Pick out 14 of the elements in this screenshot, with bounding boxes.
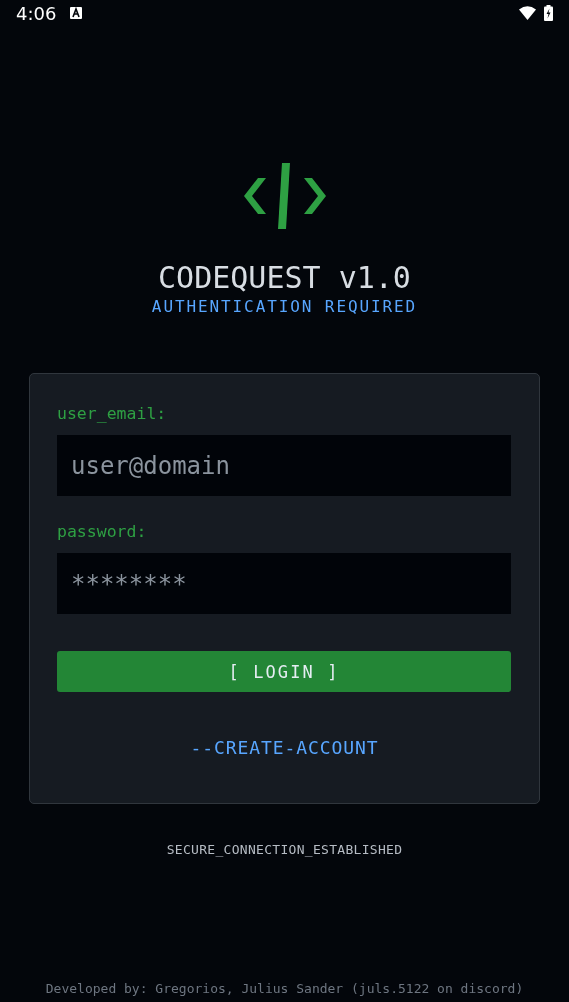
developer-credits: Developed by: Gregorios, Julius Sander (juls.5122 on discord) xyxy=(45,981,524,996)
battery-icon xyxy=(544,5,553,21)
field-label: user_email: xyxy=(57,403,168,425)
app-subtitle: AUTHENTICATION REQUIRED xyxy=(151,296,418,318)
create-account-link[interactable]: --CREATE-ACCOUNT xyxy=(190,737,379,758)
email-field[interactable]: user@domain xyxy=(57,435,511,496)
app-title: CODEQUEST v1.0 xyxy=(158,260,411,296)
wifi-icon xyxy=(519,6,536,20)
password-field[interactable]: ******** xyxy=(57,553,511,614)
field-label: password: xyxy=(57,521,148,543)
status-time: 4:06 xyxy=(16,2,57,24)
login-button[interactable]: [ LOGIN ] xyxy=(57,651,511,692)
connection-status: SECURE_CONNECTION_ESTABLISHED xyxy=(166,842,403,857)
notification-icon xyxy=(70,7,83,19)
